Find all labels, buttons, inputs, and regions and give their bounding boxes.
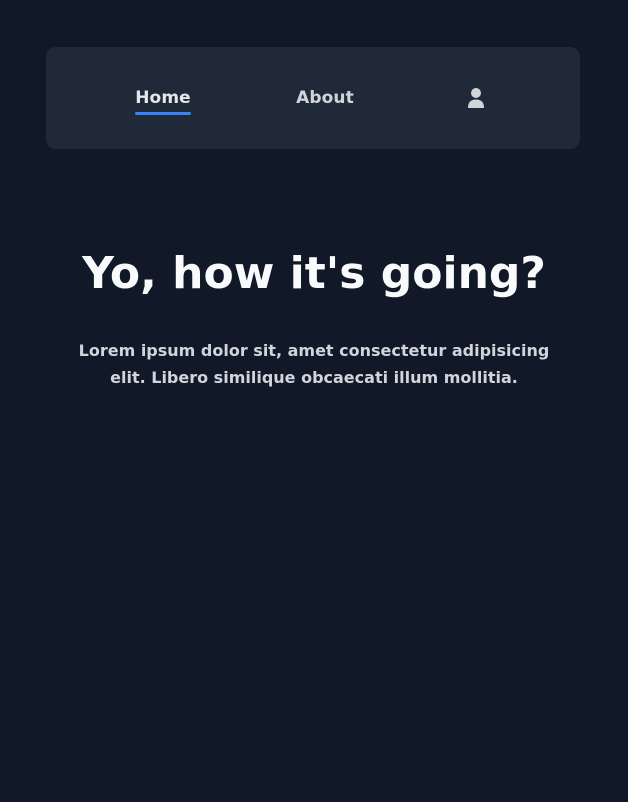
user-icon — [468, 88, 484, 108]
hero-title: Yo, how it's going? — [82, 248, 546, 299]
active-tab-underline — [135, 112, 191, 115]
hero-description: Lorem ipsum dolor sit, amet consectetur … — [78, 341, 550, 387]
nav-link-home[interactable]: Home — [128, 47, 198, 149]
profile-button[interactable] — [460, 47, 492, 149]
nav-about-label: About — [296, 88, 354, 108]
page: Home About Yo, how it's going? Lorem ips… — [0, 0, 628, 802]
nav-home-label: Home — [135, 88, 191, 115]
nav-link-about[interactable]: About — [290, 47, 360, 149]
nav-home-text: Home — [135, 88, 191, 108]
navbar: Home About — [46, 47, 580, 149]
